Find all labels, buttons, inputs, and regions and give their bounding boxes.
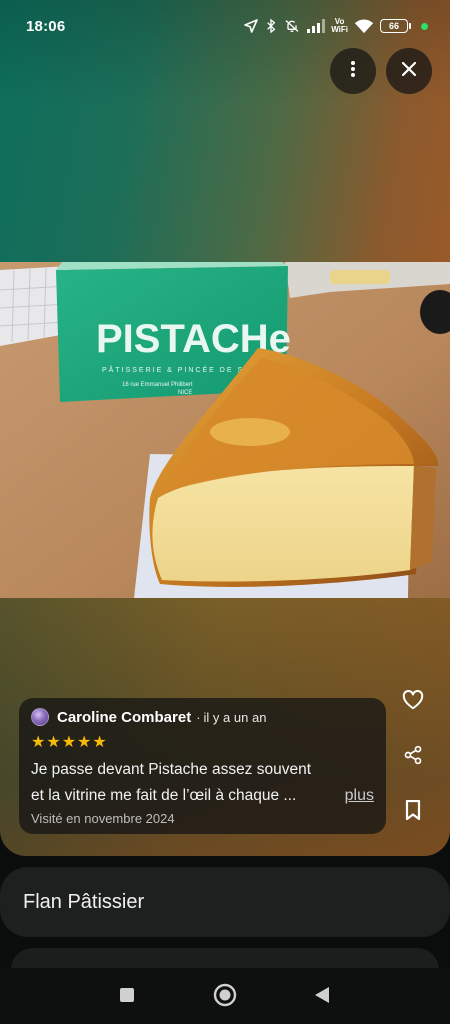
read-more-link[interactable]: plus [345, 783, 374, 809]
star-icon: ★ [31, 734, 46, 751]
status-bar: 18:06 Vo WiFi 66 [0, 0, 450, 52]
square-icon [119, 987, 135, 1008]
visited-date: Visité en novembre 2024 [31, 811, 175, 826]
signal-icon [307, 19, 326, 33]
dish-title: Flan Pâtissier [23, 890, 145, 913]
recent-apps-button[interactable] [118, 987, 136, 1008]
share-icon [403, 745, 423, 770]
like-button[interactable] [399, 688, 427, 716]
back-button[interactable] [312, 986, 332, 1008]
battery-level: 66 [380, 19, 408, 33]
dish-card[interactable]: Flan Pâtissier [0, 867, 450, 937]
flan-crust-edge [410, 466, 436, 570]
home-button[interactable] [213, 983, 237, 1012]
box-subtitle: PÂTISSERIE & PINCÉE DE SEL [102, 365, 257, 374]
background-note [330, 270, 390, 284]
box-address-line2: NICE [178, 390, 192, 396]
location-arrow-icon [243, 18, 259, 34]
star-icon: ★ [46, 734, 61, 751]
close-icon [401, 61, 417, 81]
review-text-line2-row: et la vitrine me fait de l’œil à chaque … [31, 783, 374, 809]
review-date: il y a un an [203, 709, 267, 725]
save-button[interactable] [399, 798, 427, 826]
review-card[interactable]: Caroline Combaret · il y a un an ★ ★ ★ ★… [19, 698, 386, 834]
review-text-line1: Je passe devant Pistache assez souvent [31, 761, 312, 778]
privacy-indicator-dot [421, 22, 428, 30]
bluetooth-icon [265, 18, 277, 34]
flan-highlight [210, 418, 290, 446]
review-header: Caroline Combaret · il y a un an [31, 707, 374, 727]
bell-off-icon [283, 18, 301, 34]
more-vert-icon [350, 60, 356, 83]
avatar[interactable] [31, 708, 49, 726]
vowifi-bottom: WiFi [331, 25, 348, 34]
status-icons: Vo WiFi 66 [243, 18, 428, 34]
star-icon: ★ [61, 734, 77, 751]
more-options-button[interactable] [330, 48, 376, 94]
battery-tip [409, 23, 411, 29]
heart-icon [402, 689, 424, 715]
separator: · [196, 709, 201, 725]
vowifi-icon: Vo WiFi [331, 18, 348, 34]
status-time: 18:06 [26, 17, 66, 35]
review-photo[interactable]: PISTACHe PÂTISSERIE & PINCÉE DE SEL 16 r… [0, 262, 450, 598]
reviewer-name[interactable]: Caroline Combaret [57, 709, 191, 726]
box-address-line1: 16 rue Emmanuel Philibert [122, 382, 193, 388]
home-circle-icon [213, 983, 237, 1012]
wifi-icon [354, 19, 374, 34]
star-icon: ★ [92, 734, 107, 751]
review-text: Je passe devant Pistache assez souvent e… [31, 757, 374, 809]
review-text-line2: et la vitrine me fait de l’œil à chaque … [31, 787, 297, 804]
back-triangle-icon [313, 985, 331, 1010]
battery-icon: 66 [380, 19, 411, 33]
bookmark-icon [405, 799, 421, 825]
share-button[interactable] [399, 743, 427, 771]
star-rating: ★ ★ ★ ★ ★ [31, 735, 374, 751]
star-icon: ★ [77, 734, 92, 751]
close-button[interactable] [386, 48, 432, 94]
